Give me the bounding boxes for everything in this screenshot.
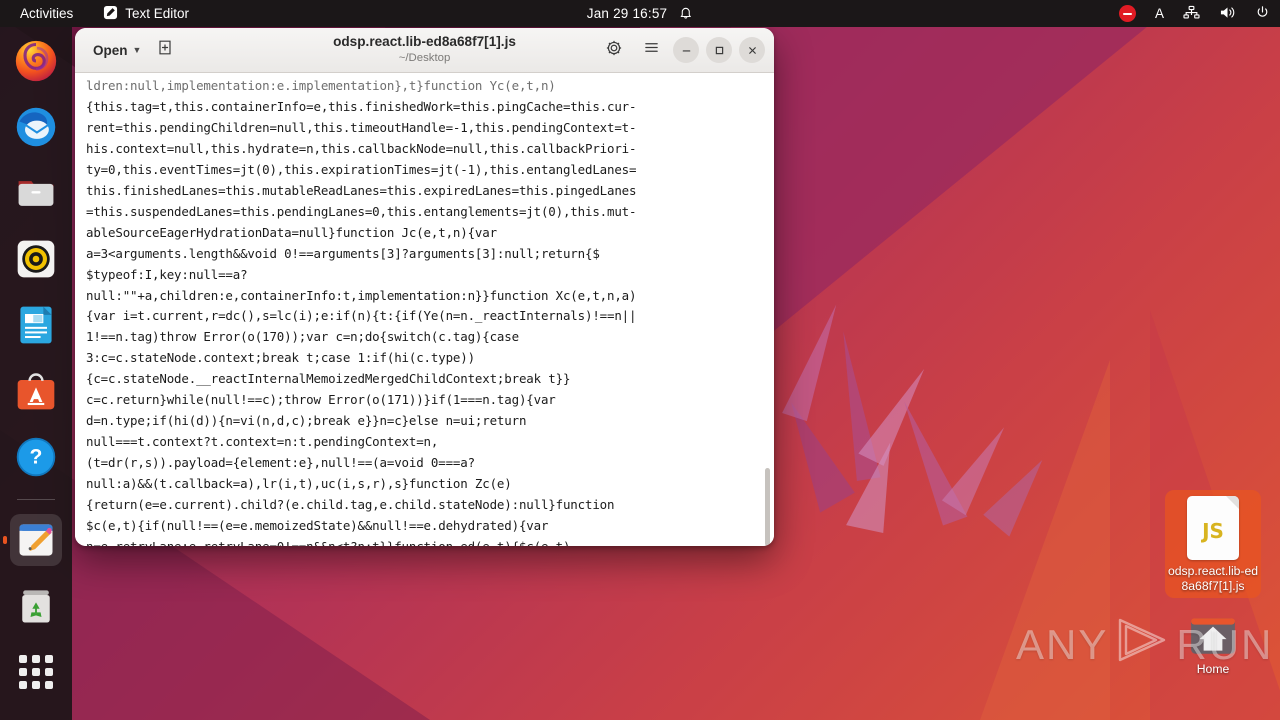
code-line: =this.suspendedLanes=this.pendingLanes=0… [86, 203, 637, 219]
dock-separator [17, 499, 55, 500]
help-icon: ? [16, 437, 56, 477]
dock-item-ubuntu-software[interactable] [10, 365, 62, 417]
hamburger-menu-icon [643, 40, 660, 60]
js-file-type-label: JS [1202, 519, 1224, 543]
code-line: ldren:null,implementation:e.implementati… [86, 78, 556, 93]
desktop-icon-home-folder[interactable]: Home [1165, 612, 1261, 677]
app-menu-label: Text Editor [125, 6, 190, 21]
code-line: {var i=t.current,r=dc(),s=lc(i);e:if(n){… [86, 308, 637, 324]
libreoffice-writer-icon [20, 306, 52, 344]
maximize-button[interactable] [706, 37, 732, 63]
dock-item-help[interactable]: ? [10, 431, 62, 483]
text-editor-icon [103, 5, 118, 23]
code-line: null:a)&&(t.callback=a),lr(i,t),uc(i,s,r… [86, 476, 512, 492]
network-wired-icon [1183, 5, 1200, 23]
code-line: rent=this.pendingChildren=null,this.time… [86, 119, 637, 135]
code-line: null:""+a,children:e,containerInfo:t,imp… [86, 287, 637, 303]
code-line: 3:c=c.stateNode.context;break t;case 1:i… [86, 350, 475, 366]
chevron-down-icon: ▼ [132, 45, 142, 55]
home-folder-icon [1191, 618, 1235, 654]
ubuntu-software-icon [17, 373, 55, 410]
code-line: ableSourceEagerHydrationData=null}functi… [86, 224, 497, 240]
code-line: {this.tag=t,this.containerInfo=e,this.fi… [86, 98, 637, 114]
bell-icon [679, 5, 693, 23]
window-subtitle-path: ~/Desktop [398, 52, 451, 64]
code-line: d=n.type;if(hi(d)){n=vi(n,d,c);break e}}… [86, 413, 527, 429]
hamburger-menu-button[interactable] [636, 35, 666, 65]
dock-item-thunderbird[interactable] [10, 101, 62, 153]
rhythmbox-icon [17, 240, 55, 278]
system-status-area[interactable]: A [1118, 5, 1270, 23]
code-line: his.context=null,this.hydrate=n,this.cal… [86, 140, 637, 156]
dock-item-rhythmbox[interactable] [10, 233, 62, 285]
desktop-icon-label: Home [1196, 662, 1230, 676]
code-line: ty=0,this.eventTimes=jt(0),this.expirati… [86, 161, 637, 177]
minimize-button[interactable] [673, 37, 699, 63]
code-line: n=e.retryLane;e.retryLane=0!==n&&n<t?n:t… [86, 537, 758, 546]
keyboard-layout-indicator: A [1154, 6, 1164, 21]
firefox-icon [15, 40, 57, 82]
window-title: odsp.react.lib-ed8a68f7[1].js [333, 34, 516, 49]
app-menu-button[interactable]: Text Editor [97, 2, 195, 26]
close-button[interactable] [739, 37, 765, 63]
wallpaper-shard [980, 360, 1110, 720]
trash-icon [22, 590, 50, 623]
dock-item-trash[interactable] [10, 580, 62, 632]
dock-item-files[interactable] [10, 167, 62, 219]
code-line: (t=dr(r,s)).payload={element:e},null!==(… [86, 455, 475, 471]
new-document-icon [157, 39, 173, 61]
svg-text:?: ? [30, 445, 43, 468]
code-line: $c(e,t){if(null!==(e=e.memoizedState)&&n… [86, 518, 549, 534]
code-line: {c=c.stateNode.__reactInternalMemoizedMe… [86, 371, 571, 387]
text-editor-window[interactable]: Open ▼ odsp.react.lib-ed8a68f7[1].js ~/D… [75, 28, 774, 546]
js-file-icon: JS [1187, 496, 1239, 560]
dock-item-libreoffice-writer[interactable] [10, 299, 62, 351]
dock-item-firefox[interactable] [10, 35, 62, 87]
dock-item-show-applications[interactable] [10, 646, 62, 698]
scrollbar-thumb[interactable] [765, 468, 770, 546]
clock-area[interactable]: Jan 29 16:57 [587, 5, 693, 23]
desktop-icon-label: odsp.react.lib-ed8a68f7[1].js [1167, 564, 1259, 593]
code-line: {return(e=e.current).child?(e.child.tag,… [86, 497, 615, 513]
activities-label: Activities [20, 6, 74, 21]
volume-icon [1219, 5, 1236, 23]
find-replace-button[interactable] [599, 35, 629, 65]
show-applications-grid-icon [19, 655, 53, 689]
desktop-icon-js-file[interactable]: JS odsp.react.lib-ed8a68f7[1].js [1165, 490, 1261, 598]
activities-button[interactable]: Activities [14, 3, 79, 24]
code-line: null===t.context?t.context=n:t.pendingCo… [86, 434, 439, 450]
dock-item-text-editor[interactable] [10, 514, 62, 566]
desktop-screen: Activities Text Editor Jan 29 16:57 A ? … [0, 0, 1280, 720]
code-line: a=3<arguments.length&&void 0!==arguments… [86, 245, 600, 261]
code-line: this.finishedLanes=this.mutableReadLanes… [86, 182, 637, 198]
source-code-content[interactable]: ldren:null,implementation:e.implementati… [86, 76, 758, 546]
gnome-top-bar: Activities Text Editor Jan 29 16:57 A [0, 0, 1280, 27]
vertical-scrollbar[interactable] [764, 73, 771, 546]
do-not-disturb-icon [1118, 5, 1136, 22]
new-document-button[interactable] [150, 35, 180, 65]
open-button[interactable]: Open ▼ [85, 38, 149, 63]
thunderbird-icon [16, 107, 56, 147]
ubuntu-dock: ? [0, 27, 72, 720]
editor-text-area[interactable]: ldren:null,implementation:e.implementati… [75, 73, 774, 546]
files-folder-icon [18, 181, 54, 206]
open-button-label: Open [93, 42, 128, 58]
clock-label: Jan 29 16:57 [586, 6, 668, 21]
find-replace-icon [605, 39, 623, 62]
power-icon [1255, 5, 1270, 23]
window-titlebar[interactable]: Open ▼ odsp.react.lib-ed8a68f7[1].js ~/D… [75, 28, 774, 73]
code-line: c=c.return}while(null!==c);throw Error(o… [86, 392, 556, 408]
code-line: $typeof:I,key:null==a? [86, 266, 248, 282]
text-editor-icon [19, 524, 53, 556]
code-line: 1!==n.tag)throw Error(o(170));var c=n;do… [86, 329, 519, 345]
